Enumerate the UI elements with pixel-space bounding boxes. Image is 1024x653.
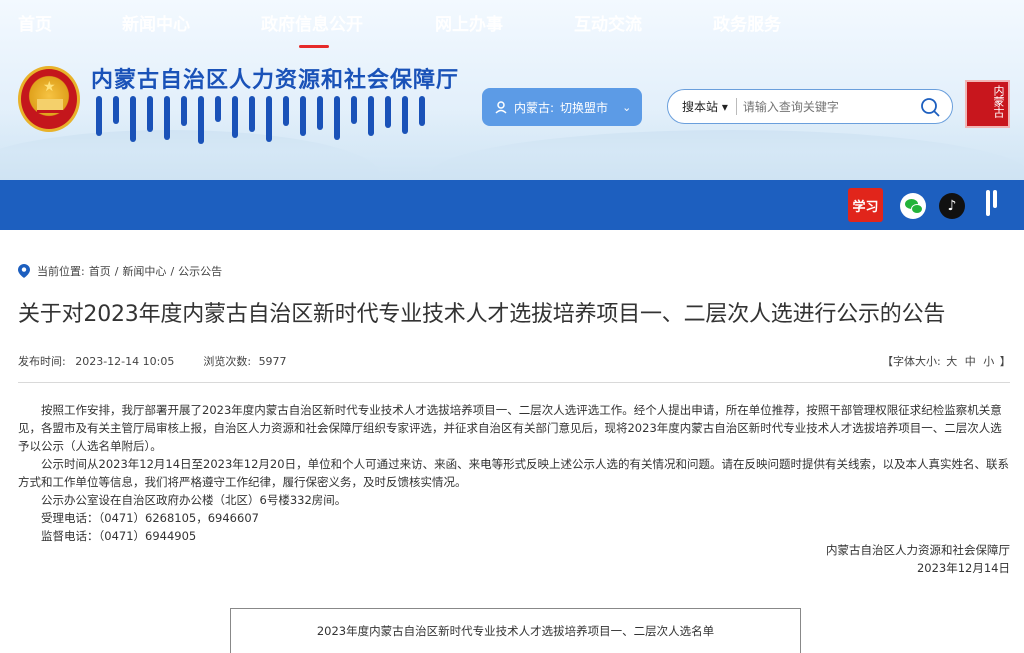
national-emblem-icon[interactable]: ★ xyxy=(18,66,80,132)
nav-item-home[interactable]: 首页 xyxy=(18,0,52,50)
nav-item-gov-services[interactable]: 政务服务 xyxy=(713,0,781,50)
map-pin-icon xyxy=(18,264,30,278)
article-paragraph: 公示办公室设在自治区政府办公楼（北区）6号楼332房间。 xyxy=(41,493,347,507)
search-input[interactable] xyxy=(742,99,913,114)
breadcrumb-prefix: 当前位置: xyxy=(37,265,85,278)
breadcrumb-separator: / xyxy=(170,264,175,278)
views-label: 浏览次数: xyxy=(203,355,252,368)
signature-date: 2023年12月14日 xyxy=(916,561,1010,575)
accept-phone: 受理电话：（0471）6268105，6946607 xyxy=(41,511,259,525)
divider xyxy=(18,382,1010,383)
font-size-switcher: 【字体大小: 大 中 小 】 xyxy=(882,353,1011,369)
font-size-medium-button[interactable]: 中 xyxy=(965,355,976,368)
breadcrumb-item-home[interactable]: 首页 xyxy=(89,263,111,279)
chevron-down-icon: ⌄ xyxy=(622,100,632,114)
publish-time: 2023-12-14 10:05 xyxy=(75,355,175,368)
views-count: 5977 xyxy=(258,355,287,368)
breadcrumb: 当前位置: 首页 / 新闻中心 / 公示公告 xyxy=(18,263,222,279)
nav-item-gov-info[interactable]: 政府信息公开 xyxy=(261,0,363,50)
font-size-large-button[interactable]: 大 xyxy=(946,355,957,368)
breadcrumb-item-news[interactable]: 新闻中心 xyxy=(122,263,166,279)
search-bar: 搜本站 ▾ xyxy=(667,89,953,124)
tiktok-icon[interactable]: ♪ xyxy=(939,193,965,219)
search-scope-dropdown[interactable]: 搜本站 ▾ xyxy=(682,98,737,115)
wechat-icon[interactable] xyxy=(900,193,926,219)
site-title[interactable]: 内蒙古自治区人力资源和社会保障厅 xyxy=(91,62,459,94)
font-size-small-button[interactable]: 小 xyxy=(983,355,994,368)
star-icon: ★ xyxy=(43,79,56,95)
location-icon xyxy=(495,101,507,114)
breadcrumb-item-notices[interactable]: 公示公告 xyxy=(178,263,222,279)
table-caption: 2023年度内蒙古自治区新时代专业技术人才选拔培养项目一、二层次人选名单 xyxy=(316,624,715,638)
search-icon[interactable] xyxy=(920,97,940,117)
font-size-prefix: 【字体大小: xyxy=(882,355,941,368)
region-switch-button[interactable]: 内蒙古: 切换盟市 ⌄ xyxy=(482,88,642,126)
article-meta: 发布时间: 2023-12-14 10:05 浏览次数: 5977 xyxy=(18,353,287,369)
seal-logo-icon[interactable]: 内蒙古 xyxy=(965,80,1010,128)
xuexi-icon[interactable]: 学习 xyxy=(848,188,883,222)
mongolian-script-title xyxy=(96,96,425,146)
candidate-list-table: 2023年度内蒙古自治区新时代专业技术人才选拔培养项目一、二层次人选名单 xyxy=(230,608,801,653)
font-size-suffix: 】 xyxy=(999,355,1011,368)
tiananmen-icon xyxy=(37,99,63,113)
nav-item-interaction[interactable]: 互动交流 xyxy=(574,0,642,50)
nav-item-news[interactable]: 新闻中心 xyxy=(122,0,190,50)
nav-item-online-services[interactable]: 网上办事 xyxy=(435,0,503,50)
signature-org: 内蒙古自治区人力资源和社会保障厅 xyxy=(826,543,1010,557)
article-paragraph: 公示时间从2023年12月14日至2023年12月20日，单位和个人可通过来访、… xyxy=(18,457,1010,489)
publish-time-label: 发布时间: xyxy=(18,355,66,368)
article-body: 按照工作安排，我厅部署开展了2023年度内蒙古自治区新时代专业技术人才选拔培养项… xyxy=(18,401,1012,545)
region-switch-label: 切换盟市 xyxy=(560,100,609,115)
region-label: 内蒙古: xyxy=(514,100,555,115)
article-title: 关于对2023年度内蒙古自治区新时代专业技术人才选拔培养项目一、二层次人选进行公… xyxy=(18,302,946,327)
mongolian-version-icon[interactable] xyxy=(986,190,1000,220)
breadcrumb-separator: / xyxy=(114,264,119,278)
article-paragraph: 按照工作安排，我厅部署开展了2023年度内蒙古自治区新时代专业技术人才选拔培养项… xyxy=(18,403,1002,453)
